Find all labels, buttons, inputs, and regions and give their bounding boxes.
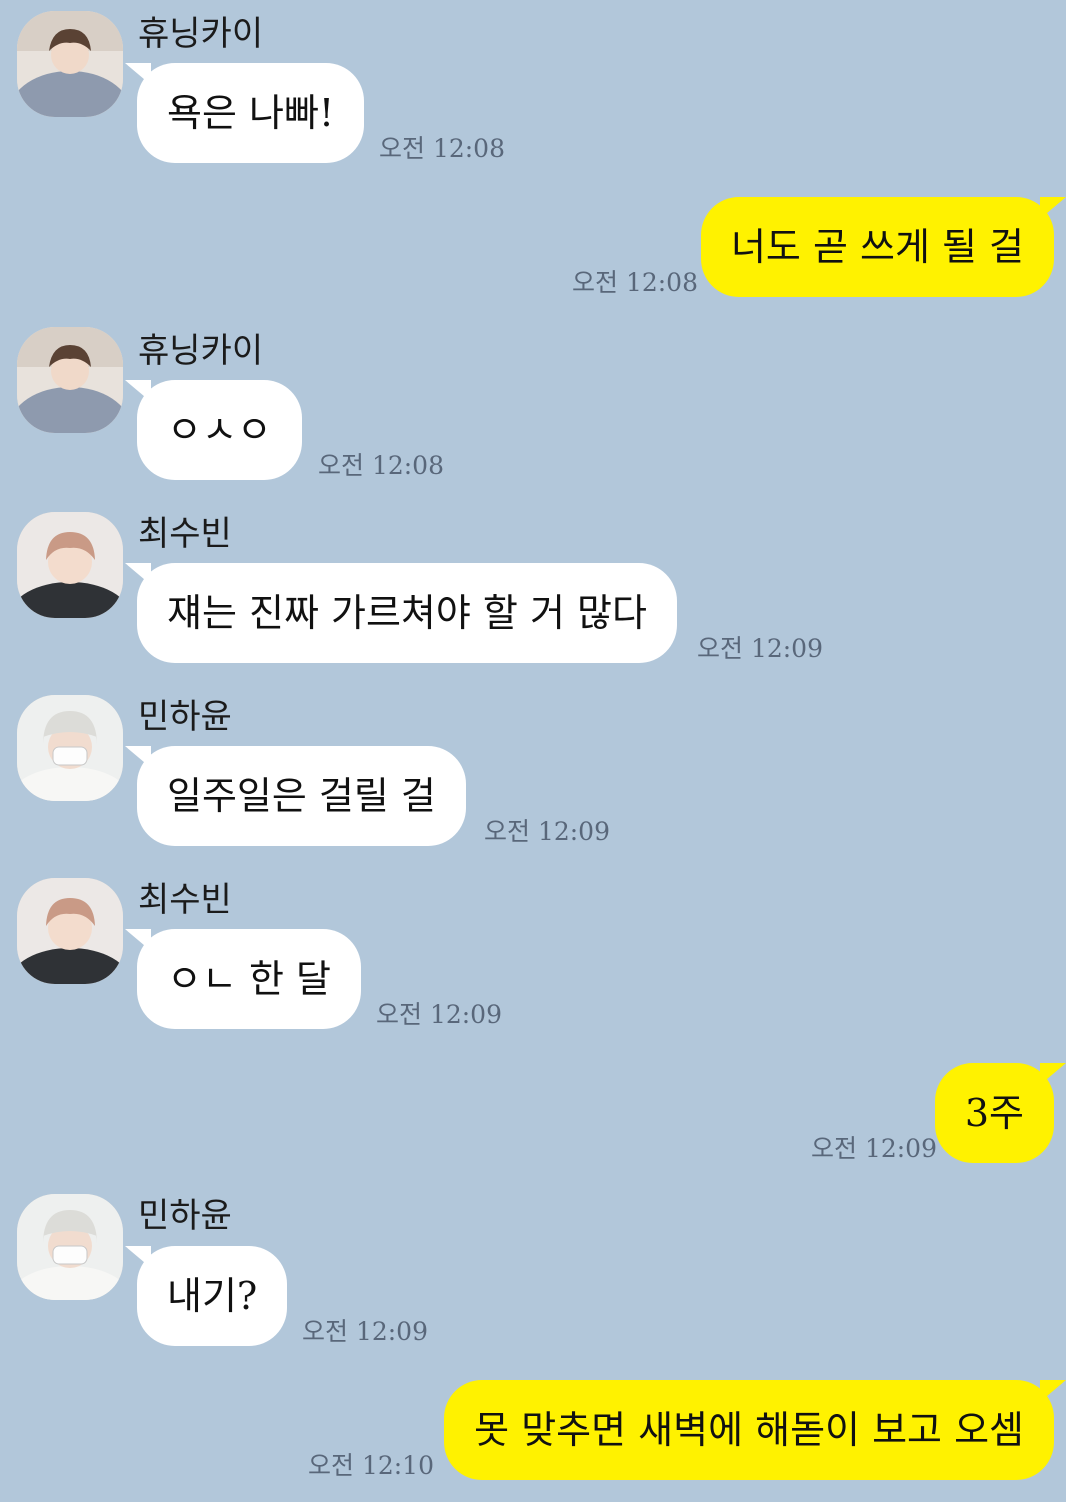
sender-name: 휴닝카이	[138, 14, 264, 54]
message-time: 오전 12:09	[811, 1134, 937, 1163]
avatar-soobin[interactable]	[17, 512, 123, 618]
sender-name: 민하윤	[138, 697, 232, 737]
message-time: 오전 12:08	[318, 451, 444, 480]
sender-name: 민하윤	[138, 1196, 232, 1236]
message-time: 오전 12:08	[379, 134, 505, 163]
message-bubble[interactable]: ㅇㄴ 한 달	[125, 929, 361, 1029]
sender-name: 휴닝카이	[138, 331, 264, 371]
avatar-hueningkai[interactable]	[17, 327, 123, 433]
sender-name: 최수빈	[138, 880, 232, 920]
message-bubble[interactable]: 욕은 나빠!	[124, 63, 365, 163]
message-time: 오전 12:09	[376, 1000, 502, 1029]
message-bubble[interactable]: 내기?	[124, 1246, 288, 1346]
message-bubble[interactable]: 일주일은 걸릴 걸	[125, 746, 466, 846]
message-bubble[interactable]: 너도 곧 쓰게 될 걸	[700, 197, 1066, 297]
message-bubble[interactable]: 쟤는 진짜 가르쳐야 할 거 많다	[125, 563, 677, 663]
message-time: 오전 12:09	[484, 817, 610, 846]
message-bubble[interactable]: 3주	[934, 1063, 1066, 1163]
message-time: 오전 12:10	[308, 1451, 434, 1480]
message-bubble[interactable]: ㅇㅅㅇ	[125, 380, 302, 480]
message-time: 오전 12:08	[572, 268, 698, 297]
avatar-hueningkai[interactable]	[17, 11, 123, 117]
message-bubble[interactable]: 못 맞추면 새벽에 해돋이 보고 오셈	[444, 1380, 1066, 1480]
avatar-hayun[interactable]	[17, 1194, 123, 1300]
avatar-hayun[interactable]	[17, 695, 123, 801]
message-time: 오전 12:09	[697, 634, 823, 663]
avatar-soobin[interactable]	[17, 878, 123, 984]
sender-name: 최수빈	[138, 514, 232, 554]
message-time: 오전 12:09	[302, 1317, 428, 1346]
